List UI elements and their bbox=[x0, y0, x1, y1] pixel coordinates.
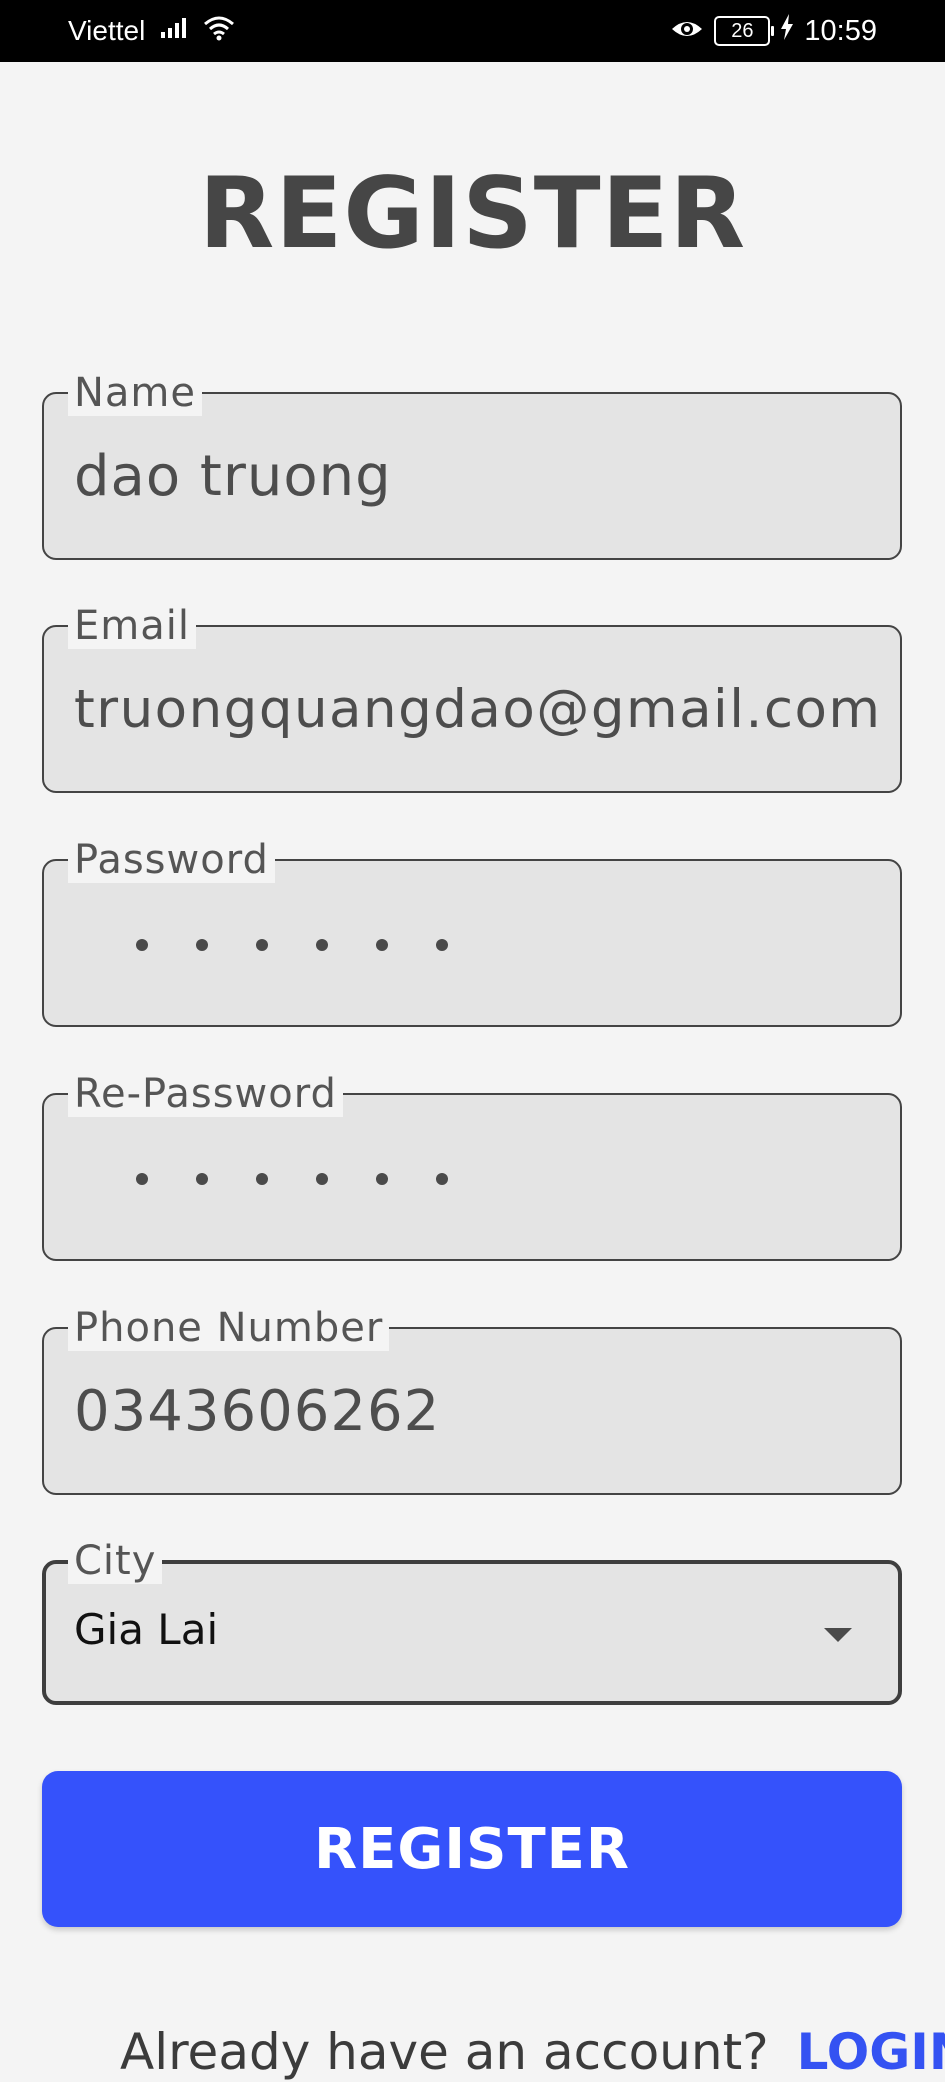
password-label: Password bbox=[68, 837, 275, 883]
email-label: Email bbox=[68, 603, 196, 649]
status-left: Viettel bbox=[68, 0, 235, 62]
mask-dot bbox=[256, 939, 268, 951]
name-value: dao truong bbox=[74, 444, 392, 509]
mask-dot bbox=[376, 939, 388, 951]
re-password-mask bbox=[136, 1173, 448, 1185]
name-field[interactable]: Name dao truong bbox=[42, 370, 902, 560]
password-field[interactable]: Password bbox=[42, 837, 902, 1027]
mask-dot bbox=[316, 939, 328, 951]
phone-label: Phone Number bbox=[68, 1305, 390, 1351]
mask-dot bbox=[136, 1173, 148, 1185]
charging-icon bbox=[780, 14, 794, 48]
login-row: Already have an account? LOGIN bbox=[120, 2022, 945, 2082]
mask-dot bbox=[436, 939, 448, 951]
login-link[interactable]: LOGIN bbox=[797, 2023, 945, 2081]
register-button[interactable]: REGISTER bbox=[42, 1771, 902, 1927]
page-title: REGISTER bbox=[198, 157, 747, 271]
mask-dot bbox=[136, 939, 148, 951]
re-password-field[interactable]: Re-Password bbox=[42, 1071, 902, 1261]
status-bar: Viettel 26 10:59 bbox=[0, 0, 945, 62]
city-label: City bbox=[68, 1538, 163, 1584]
city-select[interactable]: City Gia Lai bbox=[42, 1538, 902, 1705]
login-prompt: Already have an account? bbox=[120, 2023, 769, 2081]
status-right: 26 10:59 bbox=[670, 0, 877, 62]
email-field[interactable]: Email truongquangdao@gmail.com bbox=[42, 603, 902, 793]
battery-icon: 26 bbox=[714, 16, 775, 46]
register-button-label: REGISTER bbox=[313, 1816, 631, 1882]
mask-dot bbox=[196, 1173, 208, 1185]
mask-dot bbox=[196, 939, 208, 951]
mask-dot bbox=[376, 1173, 388, 1185]
carrier-name: Viettel bbox=[68, 15, 146, 46]
password-mask bbox=[136, 939, 448, 951]
wifi-icon bbox=[203, 15, 235, 48]
mask-dot bbox=[436, 1173, 448, 1185]
clock: 10:59 bbox=[804, 14, 877, 47]
email-value: truongquangdao@gmail.com bbox=[74, 679, 880, 740]
phone-field[interactable]: Phone Number 0343606262 bbox=[42, 1305, 902, 1495]
chevron-down-icon[interactable] bbox=[824, 1628, 852, 1642]
phone-value: 0343606262 bbox=[74, 1379, 441, 1444]
eye-icon bbox=[670, 15, 704, 48]
re-password-label: Re-Password bbox=[68, 1071, 343, 1117]
battery-level: 26 bbox=[731, 19, 754, 42]
mask-dot bbox=[316, 1173, 328, 1185]
name-label: Name bbox=[68, 370, 203, 416]
mask-dot bbox=[256, 1173, 268, 1185]
signal-icon bbox=[159, 15, 189, 47]
city-value: Gia Lai bbox=[74, 1605, 219, 1654]
